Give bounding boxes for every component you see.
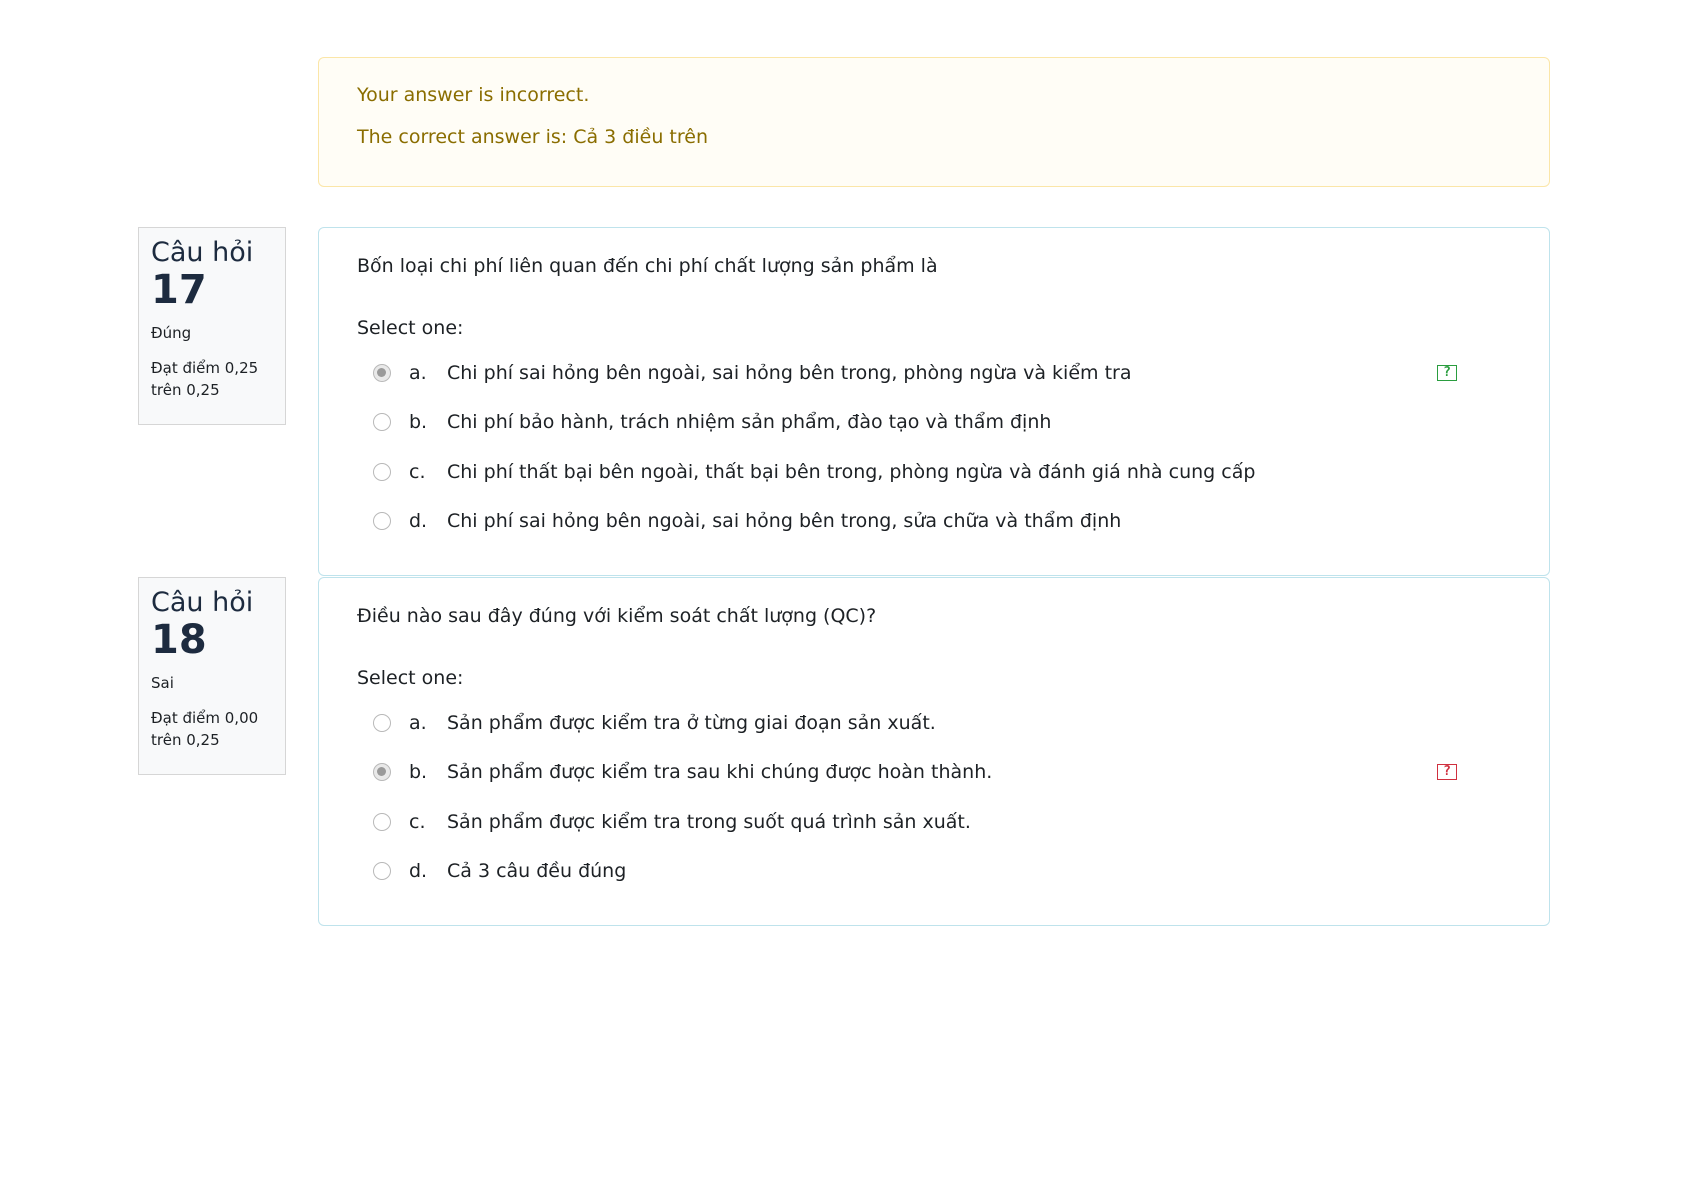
radio-button[interactable] (373, 462, 391, 481)
answer-letter: c. (409, 810, 426, 833)
grade-line-1: Đạt điểm 0,00 (151, 709, 259, 727)
grade-line-2: trên 0,25 (151, 381, 220, 399)
question-number: 17 (151, 267, 207, 313)
answer-option-a[interactable]: a. Chi phí sai hỏng bên ngoài, sai hỏng … (357, 348, 1511, 398)
answer-option-b[interactable]: b. Chi phí bảo hành, trách nhiệm sản phẩ… (357, 398, 1511, 448)
question-state: Đúng (151, 324, 192, 342)
answer-list: a. Chi phí sai hỏng bên ngoài, sai hỏng … (357, 348, 1511, 546)
answer-text: Chi phí thất bại bên ngoài, thất bại bên… (447, 460, 1256, 483)
answer-text: Chi phí sai hỏng bên ngoài, sai hỏng bên… (447, 361, 1132, 384)
correct-icon: ? (1437, 364, 1457, 381)
answer-letter: c. (409, 460, 426, 483)
radio-button[interactable] (373, 363, 391, 382)
question-label: Câu hỏi (151, 587, 254, 618)
feedback-incorrect-text: Your answer is incorrect. (357, 84, 590, 106)
grade-line-1: Đạt điểm 0,25 (151, 359, 259, 377)
answer-letter: b. (409, 761, 428, 784)
answer-list: a. Sản phẩm được kiểm tra ở từng giai đo… (357, 698, 1511, 896)
answer-letter: b. (409, 411, 428, 434)
question-state: Sai (151, 674, 174, 692)
answer-letter: d. (409, 860, 428, 883)
radio-button[interactable] (373, 862, 391, 881)
question-text: Bốn loại chi phí liên quan đến chi phí c… (357, 255, 938, 277)
incorrect-icon: ? (1437, 764, 1457, 781)
answer-option-c[interactable]: c. Sản phẩm được kiểm tra trong suốt quá… (357, 797, 1511, 847)
radio-button[interactable] (373, 413, 391, 432)
question-grade: Đạt điểm 0,00 trên 0,25 (151, 706, 273, 752)
answer-letter: d. (409, 510, 428, 533)
answer-option-b[interactable]: b. Sản phẩm được kiểm tra sau khi chúng … (357, 748, 1511, 798)
question-grade: Đạt điểm 0,25 trên 0,25 (151, 356, 273, 402)
question-content-18: Điều nào sau đây đúng với kiểm soát chất… (318, 577, 1550, 926)
answer-letter: a. (409, 711, 427, 734)
question-content-17: Bốn loại chi phí liên quan đến chi phí c… (318, 227, 1550, 576)
answer-option-d[interactable]: d. Cả 3 câu đều đúng (357, 847, 1511, 897)
radio-button[interactable] (373, 812, 391, 831)
feedback-correct-answer: The correct answer is: Cả 3 điều trên (357, 126, 708, 148)
radio-button[interactable] (373, 763, 391, 782)
select-one-prompt: Select one: (357, 317, 464, 339)
question-info-17: Câu hỏi 17 Đúng Đạt điểm 0,25 trên 0,25 (138, 227, 286, 425)
answer-text: Chi phí bảo hành, trách nhiệm sản phẩm, … (447, 411, 1052, 434)
radio-button[interactable] (373, 713, 391, 732)
answer-letter: a. (409, 361, 427, 384)
answer-text: Sản phẩm được kiểm tra ở từng giai đoạn … (447, 711, 936, 734)
question-text: Điều nào sau đây đúng với kiểm soát chất… (357, 605, 877, 627)
answer-text: Sản phẩm được kiểm tra trong suốt quá tr… (447, 810, 971, 833)
radio-button[interactable] (373, 512, 391, 531)
answer-option-a[interactable]: a. Sản phẩm được kiểm tra ở từng giai đo… (357, 698, 1511, 748)
question-label: Câu hỏi (151, 237, 254, 268)
answer-option-d[interactable]: d. Chi phí sai hỏng bên ngoài, sai hỏng … (357, 497, 1511, 547)
question-number: 18 (151, 617, 207, 663)
feedback-panel: Your answer is incorrect. The correct an… (318, 57, 1550, 187)
grade-line-2: trên 0,25 (151, 731, 220, 749)
answer-option-c[interactable]: c. Chi phí thất bại bên ngoài, thất bại … (357, 447, 1511, 497)
answer-text: Sản phẩm được kiểm tra sau khi chúng đượ… (447, 761, 993, 784)
question-info-18: Câu hỏi 18 Sai Đạt điểm 0,00 trên 0,25 (138, 577, 286, 775)
answer-text: Cả 3 câu đều đúng (447, 860, 627, 883)
select-one-prompt: Select one: (357, 667, 464, 689)
answer-text: Chi phí sai hỏng bên ngoài, sai hỏng bên… (447, 510, 1122, 533)
